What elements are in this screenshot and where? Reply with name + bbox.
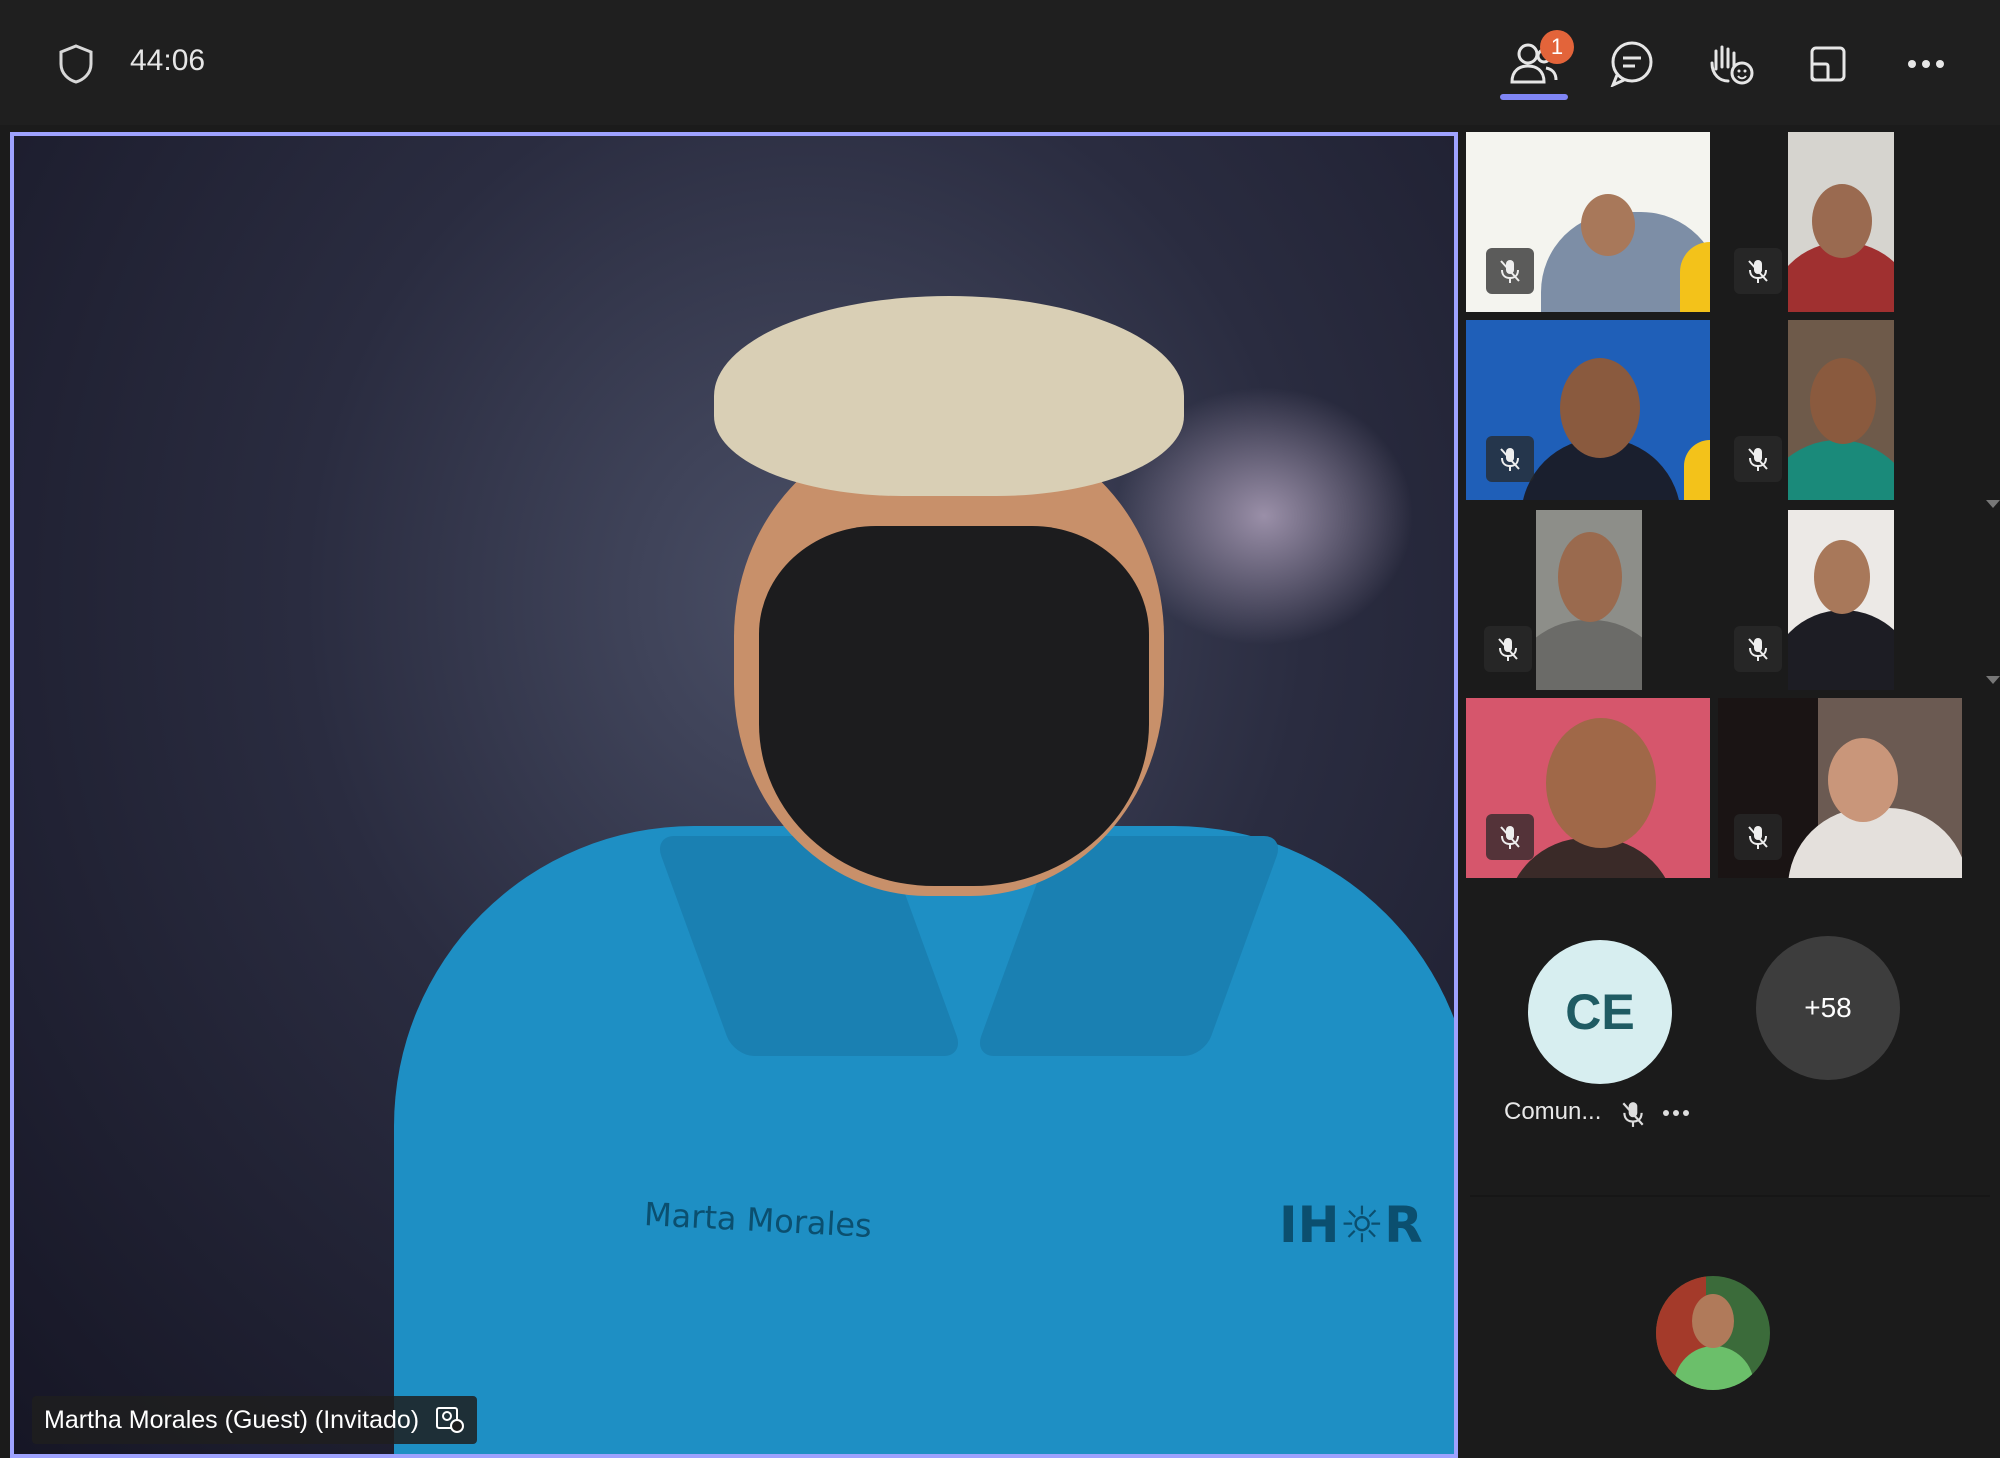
shield-icon[interactable] [58, 44, 94, 84]
scroll-down-arrow[interactable] [1986, 676, 2000, 684]
muted-mic-icon [1734, 814, 1782, 860]
self-view-avatar[interactable] [1656, 1276, 1770, 1390]
participant-tile[interactable] [1536, 510, 1642, 690]
guest-badge-icon [436, 1407, 465, 1433]
self-view-head [1692, 1294, 1734, 1348]
muted-mic-icon [1734, 248, 1782, 294]
main-video-stage[interactable]: Marta Morales IH☼R Martha Morales (Guest… [10, 132, 1458, 1458]
section-divider [1470, 1195, 1990, 1197]
muted-mic-icon [1734, 436, 1782, 482]
muted-mic-icon [1486, 248, 1534, 294]
view-button[interactable] [1800, 36, 1856, 92]
participant-head [1828, 738, 1898, 822]
chat-button[interactable] [1604, 36, 1660, 92]
participant-head [1546, 718, 1656, 848]
participant-head [1814, 540, 1870, 614]
more-icon[interactable] [1662, 1108, 1690, 1118]
more-icon [1908, 60, 1944, 68]
speaker-name-tag: Martha Morales (Guest) (Invitado) [32, 1396, 478, 1444]
active-tab-indicator [1500, 94, 1568, 100]
speaker-mask [759, 526, 1149, 886]
muted-mic-icon [1484, 626, 1532, 672]
participant-tile[interactable] [1788, 132, 1894, 312]
participant-tile[interactable] [1466, 132, 1710, 312]
meeting-timer: 44:06 [130, 44, 206, 77]
participant-tile[interactable] [1466, 698, 1710, 878]
muted-mic-icon [1486, 436, 1534, 482]
more-participants-button[interactable]: +58 [1756, 936, 1900, 1080]
muted-mic-icon [1622, 1102, 1644, 1127]
participant-body [1788, 610, 1894, 690]
participant-tile[interactable] [1788, 320, 1894, 500]
muted-mic-icon [1734, 626, 1782, 672]
view-icon [1810, 46, 1846, 82]
participants-badge: 1 [1540, 30, 1574, 64]
participant-name: Comun... [1504, 1098, 1602, 1125]
participant-tile[interactable] [1718, 698, 1962, 878]
react-button[interactable] [1702, 36, 1758, 92]
participant-head [1581, 194, 1635, 256]
speaker-name: Martha Morales (Guest) (Invitado) [44, 1405, 420, 1434]
muted-mic-icon [1486, 814, 1534, 860]
shirt-logo: IH☼R [1279, 1196, 1423, 1254]
participant-head [1558, 532, 1622, 622]
participant-body [1536, 620, 1642, 690]
participant-tile[interactable] [1466, 320, 1710, 500]
participant-initials-avatar[interactable]: CE [1528, 940, 1672, 1084]
meeting-toolbar: 44:06 1 [0, 0, 2000, 125]
participant-body [1788, 440, 1894, 500]
tile-decoration [1684, 440, 1710, 500]
scroll-down-arrow[interactable] [1986, 500, 2000, 508]
participant-head [1560, 358, 1640, 458]
participant-head [1810, 358, 1876, 444]
more-options-button[interactable] [1898, 36, 1954, 92]
speaker-hair [714, 296, 1184, 496]
react-icon [1710, 45, 1754, 85]
chat-icon [1610, 41, 1653, 87]
participant-head [1812, 184, 1872, 258]
speaker-shirt [394, 826, 1454, 1454]
participant-tile[interactable] [1788, 510, 1894, 690]
